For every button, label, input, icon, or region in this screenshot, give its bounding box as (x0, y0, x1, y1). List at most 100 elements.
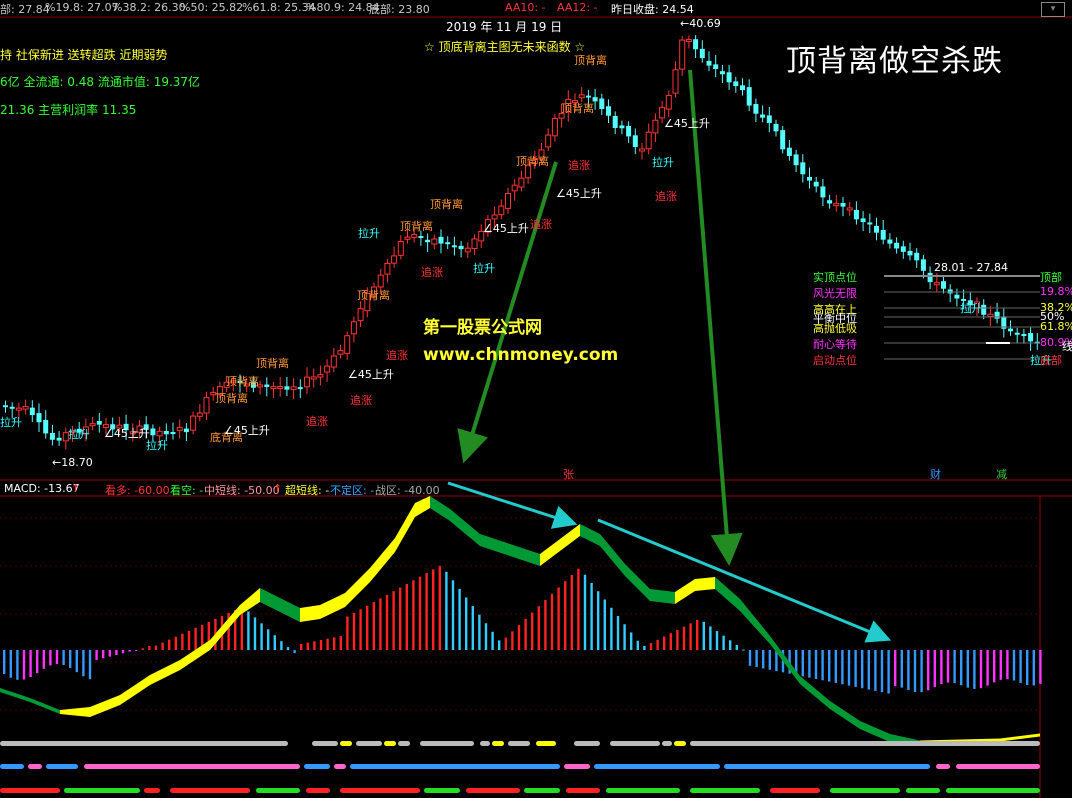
macd-bar (755, 650, 758, 668)
status-strip-segment (46, 764, 78, 769)
macd-bar (42, 650, 45, 669)
fib-level-right-label: 61.8% (1040, 320, 1072, 333)
macd-bar (154, 645, 158, 650)
macd-bar (141, 648, 144, 650)
macd-bar (194, 627, 197, 650)
macd-band-segment (345, 568, 370, 607)
cyan-arrow-long (597, 518, 892, 643)
candle-body (425, 239, 431, 243)
macd-bar (656, 639, 659, 650)
macd-bar (643, 646, 646, 650)
macd-bar (735, 644, 738, 650)
candle-body (632, 135, 638, 148)
macd-bar (187, 630, 191, 650)
macd-bar (1026, 650, 1029, 685)
candle-body (719, 71, 725, 75)
status-strip-segment (64, 788, 140, 793)
candle-body (377, 274, 384, 288)
macd-bar (326, 638, 329, 650)
macd-bar (168, 639, 171, 650)
macd-bar (69, 650, 72, 668)
candle-body (3, 405, 8, 408)
macd-bar (253, 617, 257, 650)
fib-level-right-label: 顶部 (1040, 271, 1062, 284)
macd-band-segment (675, 579, 695, 604)
macd-bar (445, 571, 448, 650)
macd-bar (438, 565, 441, 650)
event-marker: 张 (563, 468, 574, 481)
macd-bar (22, 650, 26, 680)
status-strip-segment (610, 741, 660, 746)
macd-bar (95, 650, 98, 660)
candle-body (337, 350, 344, 355)
status-strip-segment (606, 788, 680, 793)
macd-bar (392, 591, 395, 650)
macd-bar (412, 580, 415, 650)
fib-top-value: %61.8: 25.34 (242, 1, 316, 14)
macd-bar (603, 599, 606, 650)
macd-bar (880, 650, 884, 693)
event-marker: 减 (996, 468, 1007, 481)
candle-body (853, 209, 859, 220)
macd-bar (702, 621, 705, 650)
macd-bar (267, 629, 270, 650)
candle-body (585, 95, 591, 98)
candle-signal-label: 追涨 (386, 349, 408, 362)
candle-body (56, 437, 62, 441)
macd-bar (346, 616, 349, 650)
candle-body (431, 238, 438, 245)
macd-band-segment (650, 589, 675, 604)
level-side-char: 线 (1062, 340, 1072, 353)
status-strip-segment (674, 741, 686, 746)
candle-signal-label: 拉升 (68, 428, 90, 441)
candle-body (96, 420, 102, 425)
macd-band-segment (90, 695, 120, 717)
status-strip-segment (304, 764, 330, 769)
macd-bar (293, 650, 296, 654)
kankong-value: 看空: - (170, 484, 204, 497)
candle-body (150, 428, 156, 436)
macd-bar (900, 650, 903, 688)
candle-body (22, 406, 29, 410)
status-strip-segment (384, 741, 396, 746)
candle-body (894, 242, 900, 249)
macd-bar (630, 632, 633, 650)
macd-bar (174, 636, 177, 650)
candle-body (907, 250, 913, 256)
candle-body (190, 415, 197, 431)
macd-bar (663, 636, 666, 650)
macd-bar (577, 568, 580, 650)
macd-bar (9, 650, 12, 678)
candle-body (384, 262, 391, 275)
candle-body (760, 114, 766, 118)
candle-body (693, 39, 699, 50)
status-strip-segment (480, 741, 490, 746)
candle-body (840, 202, 846, 207)
candle-body (914, 252, 920, 261)
macd-bar (128, 650, 131, 652)
candle-body (639, 148, 645, 152)
macd-bar (491, 631, 494, 650)
candle-signal-label: 顶背离 (400, 220, 433, 233)
status-strip-segment (28, 764, 42, 769)
candle-body (203, 396, 210, 414)
macd-bar (999, 650, 1002, 680)
candle-body (1021, 334, 1027, 337)
candle-body (933, 282, 940, 286)
big-title: 顶背离做空杀跌 (786, 44, 1003, 79)
macd-band-segment (30, 698, 60, 714)
macd-bar (260, 623, 263, 650)
expand-icon[interactable]: ▾ (1041, 2, 1065, 17)
candle-body (699, 48, 705, 59)
status-strip-segment (170, 788, 250, 793)
candle-body (927, 272, 933, 283)
macd-bar (333, 637, 336, 650)
candle-body (310, 376, 317, 380)
macd-arrow-icon: ↑ (71, 482, 81, 495)
status-strip-segment (334, 764, 346, 769)
macd-band-segment (0, 688, 30, 702)
candle-signal-label: 拉升 (473, 262, 495, 275)
candle-body (920, 259, 926, 271)
candle-body (471, 238, 478, 250)
status-strip-segment (356, 741, 382, 746)
